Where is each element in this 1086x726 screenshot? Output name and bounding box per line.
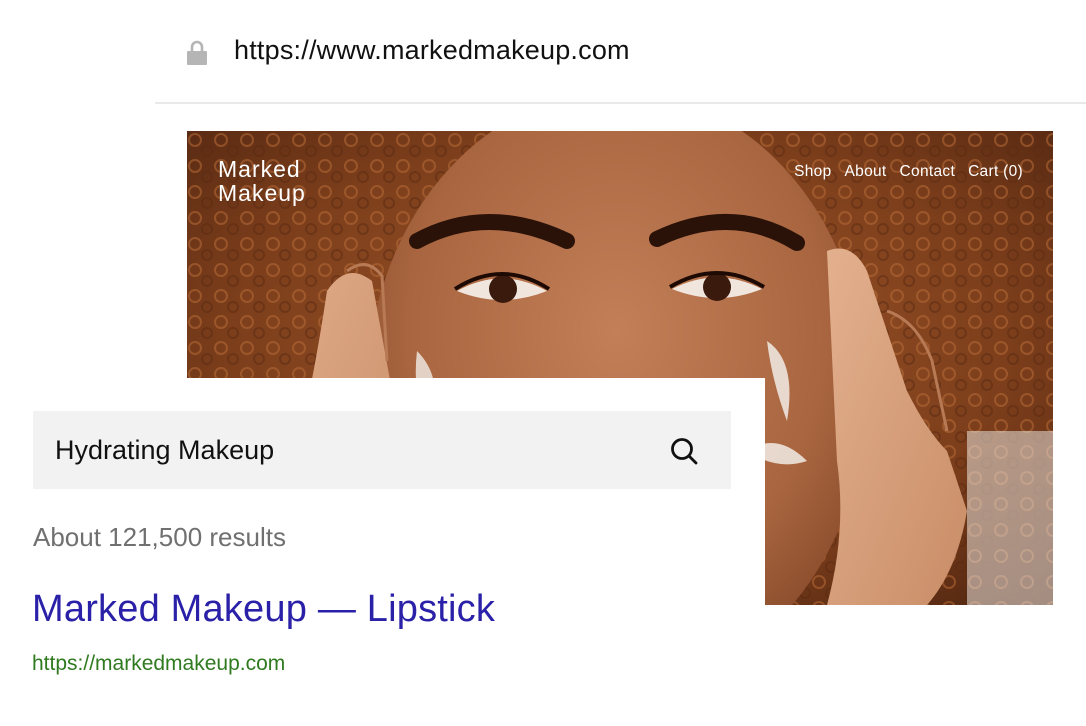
search-icon[interactable] (669, 436, 699, 466)
nav-about-link[interactable]: About (845, 163, 887, 181)
nav-cart-link[interactable]: Cart (0) (968, 163, 1023, 181)
site-nav: Shop About Contact Cart (0) (794, 163, 1023, 181)
nav-contact-link[interactable]: Contact (900, 163, 956, 181)
result-count: About 121,500 results (33, 522, 286, 552)
search-query-text[interactable]: Hydrating Makeup (55, 435, 274, 466)
nav-shop-link[interactable]: Shop (794, 163, 831, 181)
search-results-panel: Hydrating Makeup About 121,500 results M… (0, 378, 765, 726)
search-input[interactable]: Hydrating Makeup (33, 411, 731, 489)
url-text[interactable]: https://www.markedmakeup.com (234, 35, 630, 66)
site-logo-line1: Marked (218, 156, 301, 182)
lock-icon (187, 40, 207, 65)
result-url: https://markedmakeup.com (32, 652, 286, 675)
site-logo[interactable]: Marked Makeup (218, 157, 306, 205)
result-title-link[interactable]: Marked Makeup — Lipstick (32, 588, 495, 631)
site-logo-line2: Makeup (218, 180, 306, 206)
browser-address-bar[interactable]: https://www.markedmakeup.com (155, 20, 1086, 104)
address-bar-divider (155, 102, 1086, 104)
